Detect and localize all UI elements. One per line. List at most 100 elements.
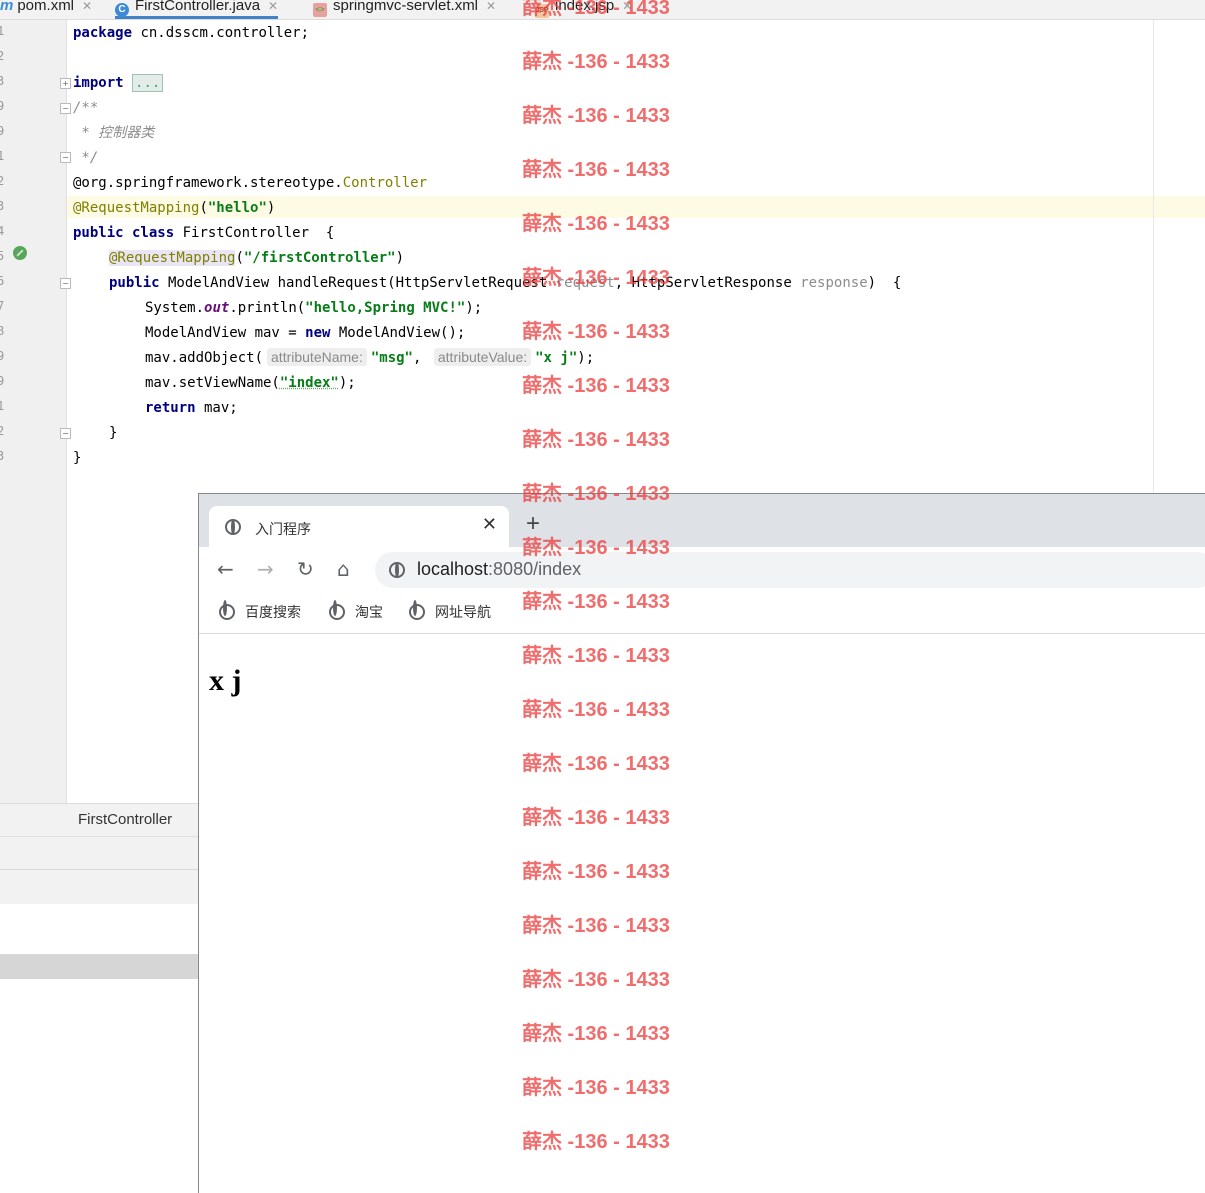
- code-line: public ModelAndView handleRequest(HttpSe…: [109, 275, 902, 291]
- code-line: ModelAndView mav = new ModelAndView();: [145, 325, 466, 341]
- line-number: 9: [0, 349, 5, 363]
- watermark-text: 薛杰 -136 - 1433: [522, 1077, 670, 1099]
- folded-imports[interactable]: ...: [132, 74, 164, 92]
- line-number: 2: [0, 424, 5, 438]
- line-number: 9: [0, 99, 5, 113]
- code-line: */: [73, 150, 99, 166]
- watermark-text: 薛杰 -136 - 1433: [522, 483, 670, 505]
- code-line: /**: [73, 100, 99, 116]
- code-line: * 控制器类: [73, 125, 155, 141]
- globe-icon: [219, 604, 235, 620]
- watermark-text: 薛杰 -136 - 1433: [522, 861, 670, 883]
- line-number: 8: [0, 324, 5, 338]
- code-line: System.out.println("hello,Spring MVC!");: [145, 300, 483, 316]
- page-heading: x j: [209, 664, 242, 697]
- line-number: 9: [0, 374, 5, 388]
- watermark-text: 薛杰 -136 - 1433: [522, 807, 670, 829]
- browser-tab[interactable]: 入门程序 ✕: [209, 506, 509, 547]
- fold-icon[interactable]: −: [60, 428, 71, 439]
- watermark-text: 薛杰 -136 - 1433: [522, 1023, 670, 1045]
- bookmark-taobao[interactable]: 淘宝: [329, 602, 383, 622]
- tab-label: pom.xml: [17, 0, 75, 14]
- line-number: 1: [0, 149, 5, 163]
- watermark-text: 薛杰 -136 - 1433: [522, 1131, 670, 1153]
- code-line: import ...: [73, 73, 164, 93]
- tab-firstcontroller-java[interactable]: C FirstController.java ✕: [115, 0, 279, 19]
- code-line: }: [73, 450, 82, 466]
- watermark-text: 薛杰 -136 - 1433: [522, 213, 670, 235]
- line-number: 3: [0, 199, 5, 213]
- line-number: 1: [0, 24, 5, 38]
- reload-icon[interactable]: ↻: [297, 557, 314, 581]
- close-icon[interactable]: ✕: [486, 0, 496, 13]
- tab-springmvc-servlet-xml[interactable]: <> springmvc-servlet.xml ✕: [313, 0, 496, 18]
- parameter-hint: attributeValue:: [433, 348, 532, 366]
- line-number: 1: [0, 399, 5, 413]
- browser-window: 入门程序 ✕ + ← → ↻ ⌂ localhost:8080/index 百度…: [198, 493, 1205, 1193]
- watermark-text: 薛杰 -136 - 1433: [522, 969, 670, 991]
- tab-pom-xml[interactable]: m pom.xml ✕: [0, 0, 92, 18]
- watermark-text: 薛杰 -136 - 1433: [522, 645, 670, 667]
- fold-icon[interactable]: −: [60, 152, 71, 163]
- close-icon[interactable]: ✕: [268, 0, 278, 13]
- globe-icon: [409, 604, 425, 620]
- line-number: 5: [0, 249, 5, 263]
- line-number: 2: [0, 49, 5, 63]
- globe-icon: [225, 519, 241, 535]
- tool-window-content: [0, 979, 198, 1192]
- editor-gutter: 1 2 3 9 9 1 2 3 4 5 6 7 8 9 9 1 2 3: [0, 20, 67, 803]
- parameter-hint: attributeName:: [267, 348, 367, 366]
- back-arrow-icon[interactable]: ←: [217, 557, 234, 581]
- line-number: 2: [0, 174, 5, 188]
- code-line: @RequestMapping("hello"): [73, 200, 276, 216]
- globe-icon: [389, 562, 405, 578]
- line-number: 3: [0, 449, 5, 463]
- forward-arrow-icon[interactable]: →: [257, 557, 274, 581]
- watermark-text: 薛杰 -136 - 1433: [522, 537, 670, 559]
- bookmarks-bar: 百度搜索 淘宝 网址导航: [199, 593, 1205, 634]
- maven-icon: m: [0, 0, 14, 14]
- code-line: }: [109, 425, 118, 441]
- code-line: package cn.dsscm.controller;: [73, 25, 310, 41]
- tool-window-strip: [0, 836, 198, 869]
- browser-tab-title: 入门程序: [255, 521, 311, 537]
- browser-tab-strip: 入门程序 ✕ +: [199, 494, 1205, 547]
- url-text: localhost:8080/index: [417, 559, 582, 579]
- watermark-text: 薛杰 -136 - 1433: [522, 51, 670, 73]
- tool-window-content: [0, 904, 198, 954]
- breadcrumb[interactable]: FirstController: [0, 803, 198, 836]
- xml-icon: <>: [313, 3, 327, 17]
- watermark-text: 薛杰 -136 - 1433: [522, 267, 670, 289]
- fold-icon[interactable]: −: [60, 103, 71, 114]
- line-number: 6: [0, 274, 5, 288]
- address-bar[interactable]: localhost:8080/index: [375, 552, 1205, 588]
- spring-bean-gutter-icon[interactable]: [13, 246, 27, 260]
- tab-label: springmvc-servlet.xml: [333, 0, 479, 14]
- tool-window-strip: [0, 869, 198, 905]
- code-line: @RequestMapping("/firstController"): [109, 250, 405, 266]
- fold-icon[interactable]: +: [60, 78, 71, 89]
- bookmark-nav[interactable]: 网址导航: [409, 602, 491, 622]
- watermark-text: 薛杰 -136 - 1433: [522, 915, 670, 937]
- home-icon[interactable]: ⌂: [337, 557, 350, 581]
- watermark-text: 薛杰 -136 - 1433: [522, 0, 670, 19]
- watermark-text: 薛杰 -136 - 1433: [522, 321, 670, 343]
- fold-icon[interactable]: −: [60, 278, 71, 289]
- watermark-text: 薛杰 -136 - 1433: [522, 753, 670, 775]
- browser-toolbar: ← → ↻ ⌂ localhost:8080/index: [199, 547, 1205, 593]
- code-line: mav.setViewName("index");: [145, 375, 356, 391]
- code-line: @org.springframework.stereotype.Controll…: [73, 175, 428, 191]
- close-icon[interactable]: ✕: [82, 0, 92, 13]
- close-icon[interactable]: ✕: [482, 514, 497, 535]
- bookmark-baidu[interactable]: 百度搜索: [219, 602, 301, 622]
- line-number: 7: [0, 299, 5, 313]
- line-number: 3: [0, 74, 5, 88]
- code-line: return mav;: [145, 400, 238, 416]
- tab-label: FirstController.java: [135, 0, 261, 14]
- watermark-text: 薛杰 -136 - 1433: [522, 699, 670, 721]
- right-margin-guide: [1153, 20, 1154, 493]
- java-class-icon: C: [115, 3, 129, 17]
- watermark-text: 薛杰 -136 - 1433: [522, 159, 670, 181]
- watermark-text: 薛杰 -136 - 1433: [522, 375, 670, 397]
- line-number: 4: [0, 224, 5, 238]
